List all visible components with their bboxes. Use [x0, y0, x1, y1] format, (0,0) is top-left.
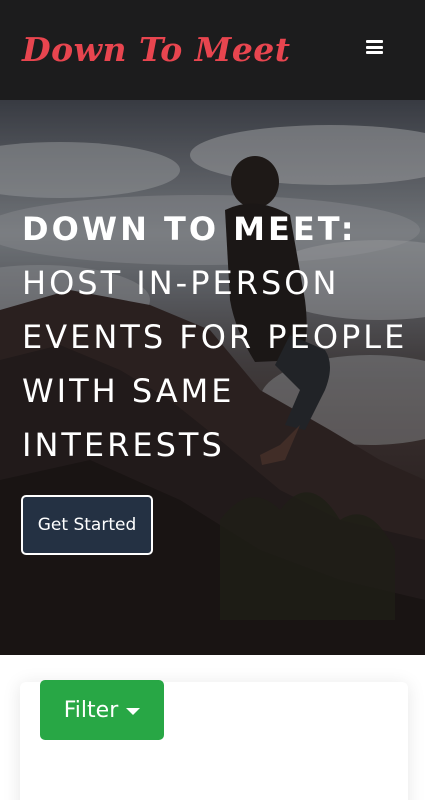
hero-headline-strong: DOWN TO MEET:	[22, 210, 357, 248]
filter-dropdown-button[interactable]: Filter	[40, 680, 164, 740]
get-started-button[interactable]: Get Started	[21, 495, 153, 555]
menu-toggle-button[interactable]	[357, 32, 391, 62]
filter-label: Filter	[63, 697, 119, 723]
hero-headline: DOWN TO MEET: HOST IN-PERSON EVENTS FOR …	[22, 202, 417, 472]
content-section: Filter	[0, 655, 425, 800]
navbar: Down To Meet	[0, 0, 425, 100]
caret-down-icon	[126, 708, 141, 715]
hero-headline-rest: HOST IN-PERSON EVENTS FOR PEOPLE WITH SA…	[22, 264, 408, 464]
hero-section: DOWN TO MEET: HOST IN-PERSON EVENTS FOR …	[0, 100, 425, 655]
brand-logo[interactable]: Down To Meet	[22, 26, 291, 74]
hamburger-menu-icon	[365, 40, 383, 54]
